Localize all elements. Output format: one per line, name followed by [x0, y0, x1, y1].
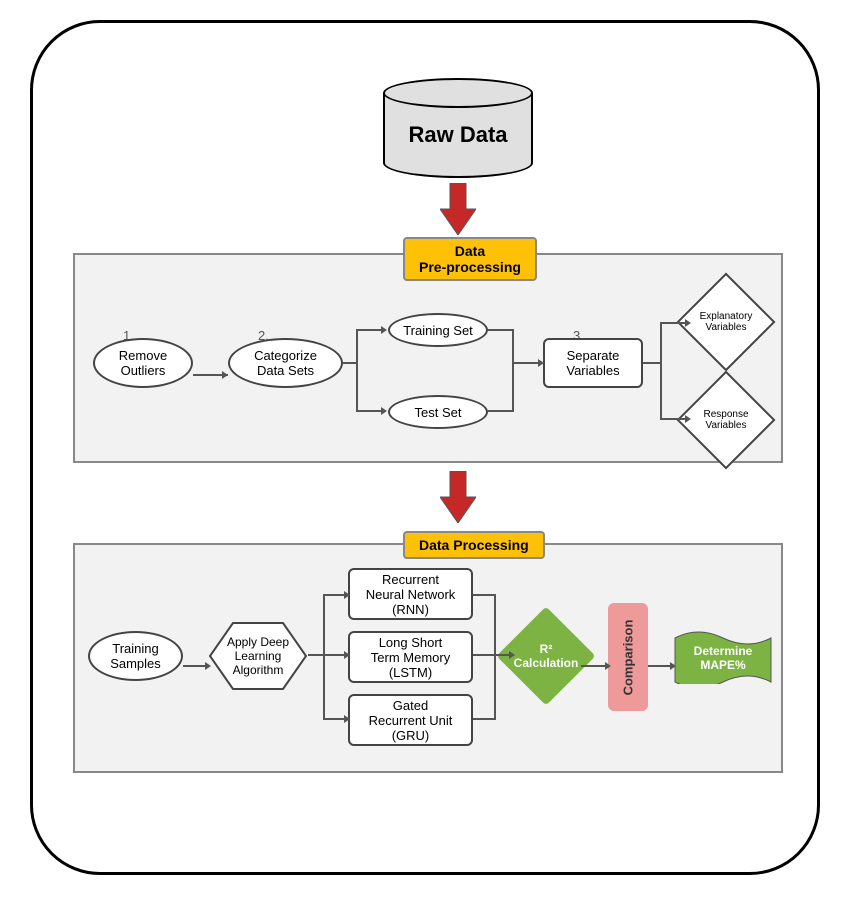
- lstm-text: Long Short Term Memory (LSTM): [371, 635, 450, 680]
- explanatory-text: Explanatory Variables: [698, 311, 755, 333]
- training-samples-node: Training Samples: [88, 631, 183, 681]
- preprocessing-label: Data Pre-processing: [403, 237, 537, 281]
- arrow-down-1: [440, 183, 476, 235]
- rnn-node: Recurrent Neural Network (RNN): [348, 568, 473, 620]
- response-text: Response Variables: [701, 409, 750, 431]
- response-diamond: Response Variables: [691, 385, 761, 455]
- remove-outliers-text: Remove Outliers: [119, 348, 167, 378]
- determine-flag: Determine MAPE%: [673, 628, 773, 684]
- outer-frame: Raw Data Data Pre-processing 1. Remove O…: [30, 20, 820, 875]
- cylinder-top: [383, 78, 533, 108]
- training-set-node: Training Set: [388, 313, 488, 347]
- apply-algo-text: Apply Deep Learning Algorithm: [208, 621, 308, 691]
- remove-outliers-node: Remove Outliers: [93, 338, 193, 388]
- r2-text: R² Calculation: [514, 642, 579, 670]
- gru-node: Gated Recurrent Unit (GRU): [348, 694, 473, 746]
- test-set-node: Test Set: [388, 395, 488, 429]
- lstm-node: Long Short Term Memory (LSTM): [348, 631, 473, 683]
- comparison-box: Comparison: [608, 603, 648, 711]
- r2-diamond: R² Calculation: [511, 621, 581, 691]
- training-samples-text: Training Samples: [110, 641, 161, 671]
- determine-text: Determine MAPE%: [673, 628, 773, 684]
- apply-algo-hex: Apply Deep Learning Algorithm: [208, 621, 308, 691]
- processing-label-text: Data Processing: [419, 537, 529, 553]
- rnn-text: Recurrent Neural Network (RNN): [366, 572, 456, 617]
- categorize-text: Categorize Data Sets: [254, 348, 317, 378]
- arrow-down-2: [440, 471, 476, 523]
- preprocessing-label-text: Data Pre-processing: [419, 243, 521, 275]
- processing-label: Data Processing: [403, 531, 545, 559]
- training-set-text: Training Set: [403, 323, 473, 338]
- comparison-text: Comparison: [621, 619, 636, 695]
- separate-variables-text: Separate Variables: [566, 348, 619, 378]
- gru-text: Gated Recurrent Unit (GRU): [369, 698, 453, 743]
- raw-data-cylinder: Raw Data: [383, 78, 533, 178]
- categorize-node: Categorize Data Sets: [228, 338, 343, 388]
- explanatory-diamond: Explanatory Variables: [691, 287, 761, 357]
- test-set-text: Test Set: [415, 405, 462, 420]
- separate-variables-node: Separate Variables: [543, 338, 643, 388]
